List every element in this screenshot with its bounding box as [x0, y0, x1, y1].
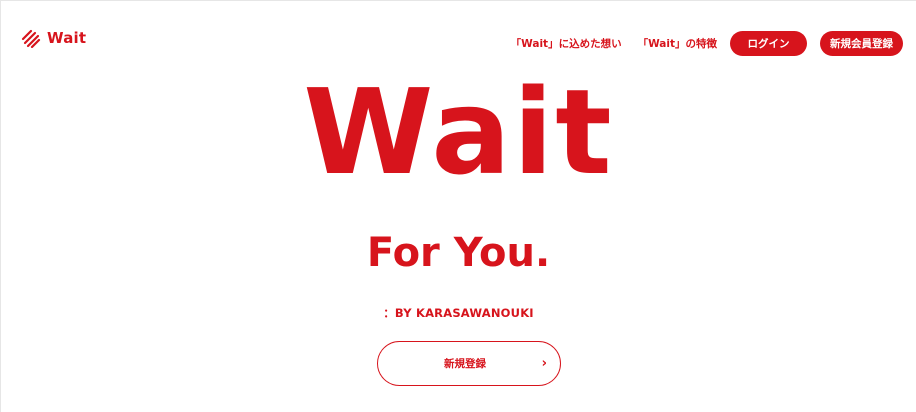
brand-logo-link[interactable]: Wait — [21, 28, 86, 48]
landing-page: Wait 「Wait」に込めた想い 「Wait」の特徴 ログイン 新規会員登録 … — [0, 0, 916, 412]
logo-text: Wait — [47, 29, 87, 47]
hero-title: Wait — [303, 63, 614, 201]
nav-link-features[interactable]: 「Wait」の特徴 — [638, 36, 717, 51]
nav-link-thoughts[interactable]: 「Wait」に込めた想い — [511, 36, 622, 51]
chevron-right-icon: › — [541, 355, 547, 371]
hero-byline: ：BY KARASAWANOUKI — [383, 306, 534, 320]
header-nav: 「Wait」に込めた想い 「Wait」の特徴 ログイン 新規会員登録 — [511, 31, 903, 56]
hero-subtitle: For You. — [366, 230, 551, 276]
login-button[interactable]: ログイン — [730, 31, 807, 56]
register-cta-label: 新規登録 — [444, 358, 486, 370]
signup-button[interactable]: 新規会員登録 — [820, 31, 903, 56]
logo-icon — [21, 29, 41, 48]
register-cta-button[interactable]: 新規登録 › — [377, 341, 561, 386]
